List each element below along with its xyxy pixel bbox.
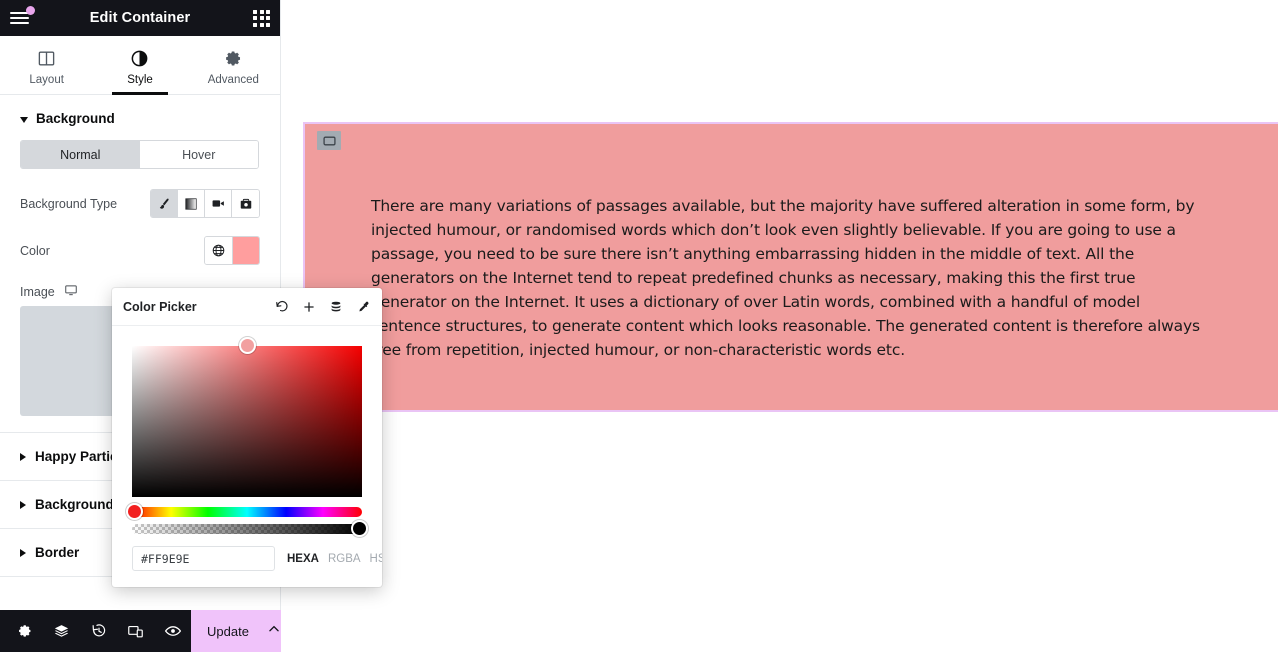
section-background-overlay-label: Background [35, 497, 114, 512]
color-picker-popup: Color Picker #FF9E9E HEXA RGBA HS [112, 288, 382, 587]
update-button-label: Update [207, 623, 249, 639]
mode-hsla[interactable]: HSLA [370, 553, 382, 565]
gear-icon [224, 49, 243, 68]
desktop-icon[interactable] [64, 283, 78, 300]
tab-style-label: Style [127, 73, 153, 86]
image-label-group: Image [20, 283, 78, 300]
footer-icons [0, 610, 191, 652]
saturation-value-handle[interactable] [239, 337, 256, 354]
layers-icon[interactable] [43, 610, 80, 652]
tab-layout-label: Layout [29, 73, 64, 86]
hex-input[interactable] [132, 546, 275, 571]
elementor-editor: Edit Container Layout Style Advanced Bac… [0, 0, 1278, 652]
background-type-label: Background Type [20, 196, 118, 211]
eyedropper-icon[interactable] [355, 299, 371, 315]
hue-slider[interactable] [126, 503, 362, 520]
panel-tabs: Layout Style Advanced [0, 36, 280, 95]
alpha-slider-handle[interactable] [351, 520, 368, 537]
hamburger-menu-icon[interactable] [10, 6, 36, 29]
state-normal[interactable]: Normal [21, 141, 140, 168]
tab-advanced-label: Advanced [207, 73, 259, 86]
color-mode-switcher: HEXA RGBA HSLA [287, 553, 382, 565]
color-picker-title: Color Picker [123, 299, 197, 314]
gradient-icon[interactable] [178, 190, 205, 217]
alpha-slider[interactable] [132, 520, 368, 537]
responsive-icon[interactable] [117, 610, 154, 652]
panel-title: Edit Container [89, 10, 191, 26]
notification-dot [26, 6, 35, 15]
saturation-value-area[interactable] [132, 337, 362, 497]
grid-apps-icon[interactable] [253, 9, 270, 27]
mode-hexa[interactable]: HEXA [287, 553, 319, 565]
container-element[interactable]: There are many variations of passages av… [303, 122, 1278, 412]
section-background-label: Background [36, 111, 115, 126]
color-control [204, 236, 260, 265]
color-picker-footer: HEXA RGBA HSLA [132, 546, 382, 571]
container-text[interactable]: There are many variations of passages av… [371, 194, 1204, 362]
chevron-right-icon [20, 500, 26, 509]
globe-icon[interactable] [205, 237, 232, 264]
background-color-row: Color [20, 236, 260, 265]
color-swatch[interactable] [232, 237, 259, 264]
color-picker-actions [274, 299, 371, 315]
contrast-circle-icon [130, 49, 149, 68]
tab-layout[interactable]: Layout [0, 36, 93, 94]
image-label: Image [20, 284, 55, 299]
chevron-up-icon[interactable] [267, 622, 281, 641]
swatches-icon[interactable] [328, 299, 344, 315]
section-border-label: Border [35, 545, 80, 560]
section-background[interactable]: Background [0, 95, 280, 140]
section-happy-particles-label: Happy Partic [35, 449, 118, 464]
eye-icon[interactable] [154, 610, 191, 652]
canvas-preview: There are many variations of passages av… [281, 0, 1278, 652]
mode-rgba[interactable]: RGBA [328, 553, 361, 565]
background-type-options [150, 189, 260, 218]
state-switcher: Normal Hover [20, 140, 259, 169]
gear-icon[interactable] [6, 610, 43, 652]
background-type-row: Background Type [20, 189, 260, 218]
brush-icon[interactable] [151, 190, 178, 217]
chevron-right-icon [20, 452, 26, 461]
hue-slider-handle[interactable] [126, 503, 143, 520]
panel-footer: Update [0, 610, 297, 652]
tab-advanced[interactable]: Advanced [187, 36, 280, 94]
reset-icon[interactable] [274, 299, 290, 315]
layout-icon [37, 49, 56, 68]
plus-icon[interactable] [301, 299, 317, 315]
chevron-down-icon [20, 116, 28, 123]
color-picker-header: Color Picker [112, 288, 382, 326]
chevron-right-icon [20, 548, 26, 557]
panel-header: Edit Container [0, 0, 280, 36]
state-hover[interactable]: Hover [139, 141, 258, 168]
color-label: Color [20, 243, 50, 258]
tab-style[interactable]: Style [93, 36, 186, 95]
container-handle-icon[interactable] [317, 131, 341, 150]
video-camera-icon[interactable] [205, 190, 232, 217]
history-icon[interactable] [80, 610, 117, 652]
slideshow-icon[interactable] [232, 190, 259, 217]
